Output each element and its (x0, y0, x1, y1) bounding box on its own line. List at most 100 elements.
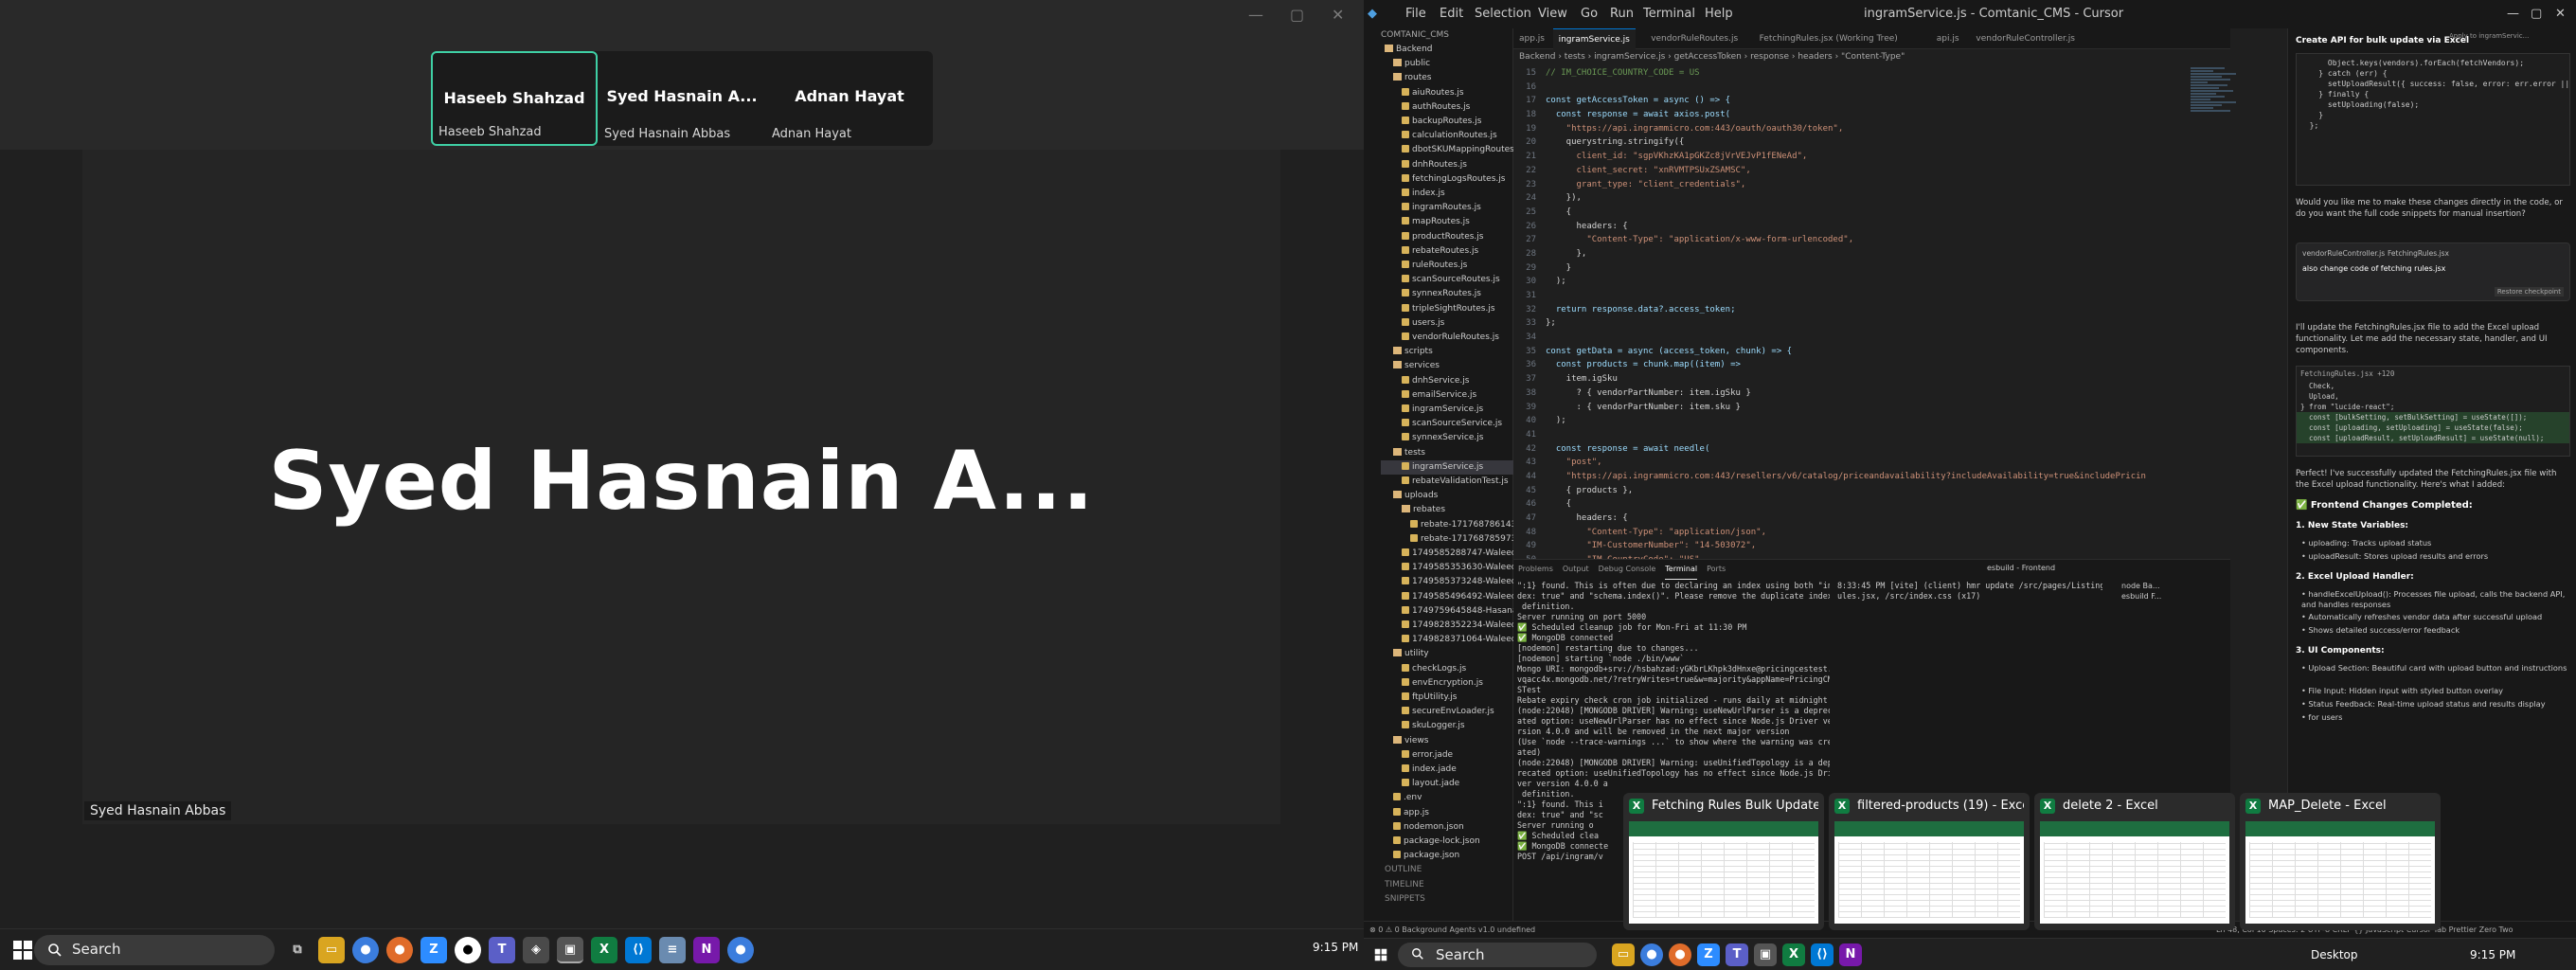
explorer-file[interactable]: index.jade (1381, 763, 1513, 777)
onenote-icon[interactable]: N (693, 937, 720, 963)
explorer-file[interactable]: index.js (1381, 187, 1513, 201)
excel-window-preview[interactable]: X Fetching Rules Bulk Update - Ex... (1623, 793, 1824, 930)
task-view-icon[interactable]: ⧉ (284, 937, 311, 963)
explorer-file[interactable]: rebate-1717687861434-1... (1381, 518, 1513, 532)
teams-icon[interactable]: T (1726, 943, 1748, 966)
explorer-file[interactable]: envEncryption.js (1381, 676, 1513, 691)
explorer-file[interactable]: dnhRoutes.js (1381, 158, 1513, 172)
clock[interactable]: 9:15 PM (1313, 941, 1358, 954)
excel-window-preview[interactable]: X MAP_Delete - Excel (2240, 793, 2441, 930)
explorer-file[interactable]: synnexService.js (1381, 431, 1513, 445)
app-icon[interactable]: ● (455, 937, 481, 963)
maximize-button[interactable]: ▢ (1290, 6, 1304, 24)
code-editor[interactable]: app.js ingramService.js vendorRuleRoutes.j… (1513, 28, 2236, 606)
excel-icon[interactable]: X (1782, 943, 1805, 966)
attached-file[interactable]: vendorRuleController.js (2302, 249, 2385, 258)
menu-file[interactable]: File (1405, 7, 1426, 21)
explorer-file[interactable]: mapRoutes.js (1381, 215, 1513, 229)
editor-tab[interactable]: FetchingRules.jsx (Working Tree) (1754, 28, 1904, 49)
panel-tab[interactable]: Ports (1707, 560, 1726, 579)
panel-tab[interactable]: Problems (1518, 560, 1553, 579)
menu-terminal[interactable]: Terminal (1643, 7, 1695, 21)
terminal-output-split[interactable]: 8:33:45 PM [vite] (client) hmr update /s… (1837, 581, 2102, 602)
explorer-file[interactable]: package-lock.json (1381, 835, 1513, 849)
explorer-section[interactable]: TIMELINE (1381, 878, 1513, 892)
explorer-file[interactable]: authRoutes.js (1381, 100, 1513, 115)
explorer-file[interactable]: emailService.js (1381, 388, 1513, 403)
explorer-folder[interactable]: Backend (1381, 43, 1513, 57)
explorer-file[interactable]: rebateRoutes.js (1381, 244, 1513, 259)
close-button[interactable]: ✕ (1332, 6, 1344, 24)
vscode-icon[interactable]: ⟨⟩ (1811, 943, 1834, 966)
menu-run[interactable]: Run (1610, 7, 1634, 21)
menu-go[interactable]: Go (1581, 7, 1598, 21)
explorer-file[interactable]: tripleSightRoutes.js (1381, 302, 1513, 316)
explorer-file[interactable]: rebateValidationTest.js (1381, 475, 1513, 489)
chrome-icon[interactable]: ● (352, 937, 379, 963)
explorer-file[interactable]: ingramService.js (1381, 403, 1513, 417)
participant-tile[interactable]: Haseeb Shahzad Haseeb Shahzad (431, 51, 598, 146)
menu-help[interactable]: Help (1705, 7, 1733, 21)
onenote-icon[interactable]: N (1839, 943, 1862, 966)
editor-tab[interactable]: app.js (1513, 28, 1550, 49)
explorer-file[interactable]: 1749585496492-Waleed ay... (1381, 590, 1513, 604)
explorer-file[interactable]: error.jade (1381, 748, 1513, 763)
explorer-folder[interactable]: routes (1381, 71, 1513, 85)
file-explorer-icon[interactable]: ▭ (1612, 943, 1635, 966)
vscode-icon[interactable]: ⟨⟩ (625, 937, 652, 963)
explorer-file[interactable]: fetchingLogsRoutes.js (1381, 172, 1513, 187)
excel-window-preview[interactable]: X delete 2 - Excel (2034, 793, 2235, 930)
terminal-list-item[interactable]: esbuild F... (2121, 591, 2161, 602)
taskbar-search[interactable]: Search (1398, 943, 1597, 967)
explorer-file[interactable]: dbotSKUMappingRoutes.js (1381, 143, 1513, 157)
teams-icon[interactable]: T (489, 937, 515, 963)
clock[interactable]: 9:15 PM (2470, 948, 2515, 961)
explorer-file[interactable]: backupRoutes.js (1381, 115, 1513, 129)
explorer-file[interactable]: dnhService.js (1381, 374, 1513, 388)
explorer-folder[interactable]: tests (1381, 446, 1513, 460)
explorer-folder[interactable]: utility (1381, 647, 1513, 661)
explorer-file[interactable]: secureEnvLoader.js (1381, 705, 1513, 719)
chrome-icon[interactable]: ● (1640, 943, 1663, 966)
minimize-button[interactable]: — (1248, 6, 1263, 24)
code-area[interactable]: 15 // IM_CHOICE_COUNTRY_CODE = US 16 17 cons… (1513, 66, 2230, 609)
panel-tab[interactable]: Terminal (1665, 560, 1698, 580)
diff-file[interactable]: FetchingRules.jsx +120 (2297, 367, 2569, 381)
cursor-icon[interactable]: ▣ (1754, 943, 1777, 966)
panel-tab[interactable]: Output (1563, 560, 1589, 579)
explorer-file[interactable]: ingramRoutes.js (1381, 201, 1513, 215)
explorer-folder[interactable]: views (1381, 734, 1513, 748)
explorer-file[interactable]: scanSourceRoutes.js (1381, 273, 1513, 287)
chrome-icon[interactable]: ● (727, 937, 754, 963)
explorer-folder[interactable]: services (1381, 359, 1513, 373)
explorer-file[interactable]: layout.jade (1381, 777, 1513, 791)
restore-checkpoint-button[interactable]: Restore checkpoint (2494, 287, 2564, 296)
explorer-section[interactable]: SNIPPETS (1381, 892, 1513, 907)
apply-button[interactable]: Apply to ingramServic... (2449, 30, 2572, 42)
explorer-file[interactable]: package.json (1381, 849, 1513, 863)
windows-start-icon[interactable] (1371, 945, 1390, 964)
menu-edit[interactable]: Edit (1440, 7, 1463, 21)
explorer-file[interactable]: scanSourceService.js (1381, 417, 1513, 431)
desktop-label[interactable]: Desktop (2311, 948, 2358, 961)
explorer-file[interactable]: checkLogs.js (1381, 662, 1513, 676)
close-button[interactable]: ✕ (2555, 7, 2566, 21)
explorer-file[interactable]: users.js (1381, 316, 1513, 331)
explorer-file[interactable]: 1749828352234-Waleed_m... (1381, 619, 1513, 633)
terminal-name[interactable]: esbuild - Frontend (1987, 564, 2055, 572)
explorer-file[interactable]: calculationRoutes.js (1381, 129, 1513, 143)
notepad-icon[interactable]: ≡ (659, 937, 686, 963)
minimap[interactable] (2191, 66, 2247, 237)
breadcrumb[interactable]: Backend › tests › ingramService.js › get… (1513, 49, 2230, 64)
explorer-folder[interactable]: rebates (1381, 503, 1513, 517)
file-explorer-icon[interactable]: ▭ (318, 937, 345, 963)
explorer-file[interactable]: 1749585373248-Waleed ay... (1381, 575, 1513, 589)
explorer-file[interactable]: ingramService.js (1381, 459, 1513, 475)
menu-selection[interactable]: Selection (1475, 7, 1531, 21)
zoom-icon[interactable]: Z (1697, 943, 1720, 966)
explorer-file[interactable]: productRoutes.js (1381, 230, 1513, 244)
explorer-file[interactable]: 1749828371064-Waleed_m... (1381, 633, 1513, 647)
explorer-file[interactable]: nodemon.json (1381, 820, 1513, 835)
explorer-file[interactable]: vendorRuleRoutes.js (1381, 331, 1513, 345)
excel-icon[interactable]: X (591, 937, 617, 963)
